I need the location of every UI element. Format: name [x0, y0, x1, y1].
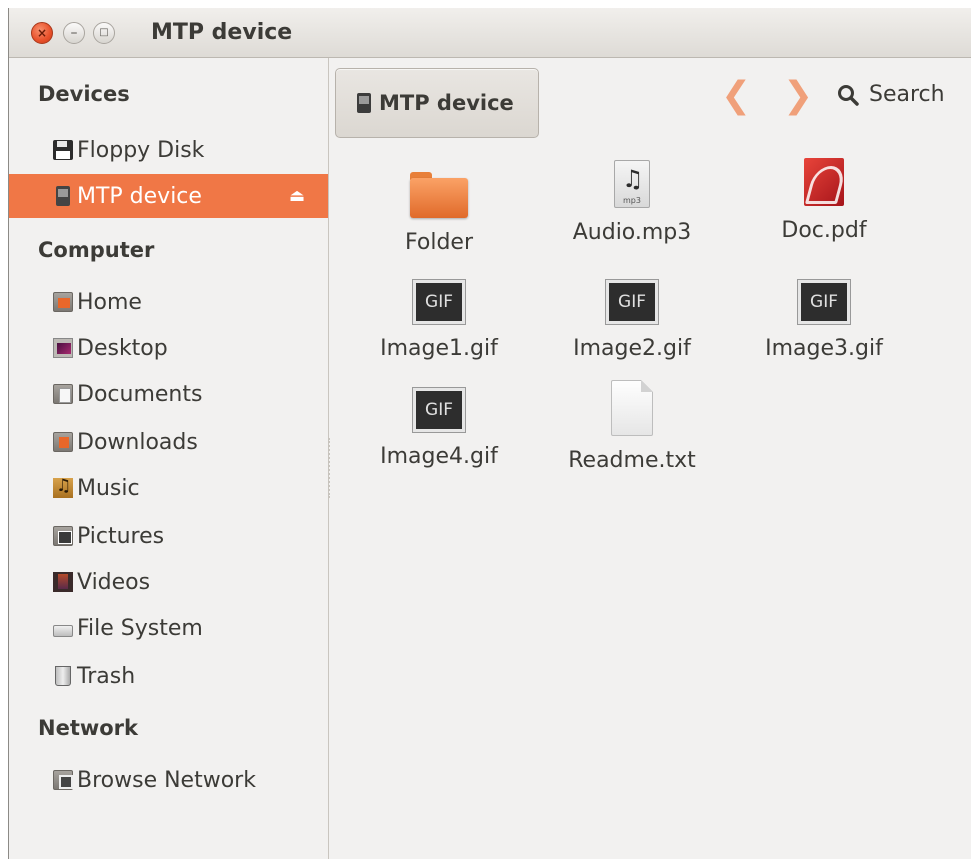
pictures-folder-icon [53, 526, 73, 546]
sidebar-item-music[interactable]: Music [9, 466, 329, 510]
sidebar-item-browse-network[interactable]: Browse Network [9, 758, 329, 802]
gif-file-icon: GIF [413, 280, 465, 324]
gif-file-icon: GIF [798, 280, 850, 324]
sidebar-item-home[interactable]: Home [9, 280, 329, 324]
maximize-window-button[interactable]: □ [93, 22, 115, 44]
sidebar-item-label: Videos [77, 569, 151, 595]
folder-icon [410, 168, 468, 218]
file-name: Image3.gif [765, 336, 883, 361]
file-item-readme-txt[interactable]: Readme.txt [547, 380, 717, 473]
sidebar-item-floppy-disk[interactable]: Floppy Disk [9, 128, 329, 172]
sidebar-item-label: Documents [77, 381, 203, 407]
sidebar-item-label: Music [77, 475, 140, 501]
sidebar-item-videos[interactable]: Videos [9, 560, 329, 604]
file-type-badge: mp3 [623, 196, 641, 205]
videos-folder-icon [53, 572, 73, 592]
file-name: Readme.txt [568, 448, 696, 473]
title-bar: × – □ MTP device [9, 8, 971, 58]
file-item-audio-mp3[interactable]: mp3 Audio.mp3 [547, 160, 717, 245]
file-item-doc-pdf[interactable]: Doc.pdf [739, 158, 909, 243]
floppy-icon [53, 140, 73, 160]
sidebar-item-label: Floppy Disk [77, 137, 205, 163]
sidebar-item-desktop[interactable]: Desktop [9, 326, 329, 370]
mtp-device-icon [56, 186, 70, 206]
path-bar-button[interactable]: MTP device [335, 68, 539, 138]
toolbar: MTP device ❮ ❯ Search [329, 58, 971, 144]
minimize-window-button[interactable]: – [63, 22, 85, 44]
file-name: Doc.pdf [781, 218, 867, 243]
network-icon [53, 770, 73, 790]
sidebar-item-downloads[interactable]: Downloads [9, 420, 329, 464]
path-bar-label: MTP device [379, 91, 514, 115]
sidebar-item-documents[interactable]: Documents [9, 372, 329, 416]
desktop-folder-icon [53, 338, 73, 358]
search-icon [838, 84, 859, 106]
search-button[interactable]: Search [837, 82, 945, 107]
file-manager-window: × – □ MTP device Devices Floppy Disk MTP… [8, 8, 971, 859]
file-name: Folder [405, 230, 473, 255]
sidebar-item-mtp-device[interactable]: MTP device ⏏ [9, 174, 329, 218]
pane-splitter-handle[interactable] [328, 438, 330, 498]
sidebar-item-label: Desktop [77, 335, 168, 361]
downloads-folder-icon [53, 432, 73, 452]
eject-icon[interactable]: ⏏ [289, 186, 305, 206]
file-item-image3-gif[interactable]: GIF Image3.gif [739, 280, 909, 361]
music-folder-icon [53, 476, 73, 498]
sidebar: Devices Floppy Disk MTP device ⏏ Compute… [9, 58, 329, 859]
close-window-button[interactable]: × [31, 22, 53, 44]
sidebar-item-label: File System [77, 615, 203, 641]
file-name: Image1.gif [380, 336, 498, 361]
window-title: MTP device [151, 20, 293, 45]
home-folder-icon [53, 292, 73, 312]
sidebar-item-label: Pictures [77, 523, 165, 549]
sidebar-item-label: Home [77, 289, 142, 315]
file-item-image4-gif[interactable]: GIF Image4.gif [354, 388, 524, 469]
documents-folder-icon [53, 384, 73, 404]
file-name: Image2.gif [573, 336, 691, 361]
gif-file-icon: GIF [413, 388, 465, 432]
sidebar-heading-computer: Computer [38, 238, 155, 262]
forward-button[interactable]: ❯ [783, 78, 813, 114]
sidebar-item-label: MTP device [77, 183, 202, 209]
text-file-icon [611, 380, 653, 436]
sidebar-item-label: Browse Network [77, 767, 256, 793]
file-item-folder[interactable]: Folder [354, 168, 524, 255]
drive-icon [53, 625, 73, 637]
sidebar-item-trash[interactable]: Trash [9, 654, 329, 698]
file-name: Image4.gif [380, 444, 498, 469]
main-pane: MTP device ❮ ❯ Search Folder mp3 Audio.m… [329, 58, 971, 859]
sidebar-item-label: Trash [77, 663, 136, 689]
sidebar-heading-network: Network [38, 716, 139, 740]
trash-icon [55, 666, 71, 686]
search-label: Search [869, 82, 945, 107]
file-item-image2-gif[interactable]: GIF Image2.gif [547, 280, 717, 361]
sidebar-item-pictures[interactable]: Pictures [9, 514, 329, 558]
audio-file-icon: mp3 [614, 160, 650, 208]
gif-file-icon: GIF [606, 280, 658, 324]
sidebar-item-file-system[interactable]: File System [9, 606, 329, 650]
sidebar-item-label: Downloads [77, 429, 198, 455]
file-name: Audio.mp3 [572, 220, 692, 245]
sidebar-heading-devices: Devices [38, 82, 130, 106]
back-button[interactable]: ❮ [721, 78, 751, 114]
pdf-file-icon [804, 158, 844, 206]
file-item-image1-gif[interactable]: GIF Image1.gif [354, 280, 524, 361]
mtp-device-icon [357, 93, 371, 113]
